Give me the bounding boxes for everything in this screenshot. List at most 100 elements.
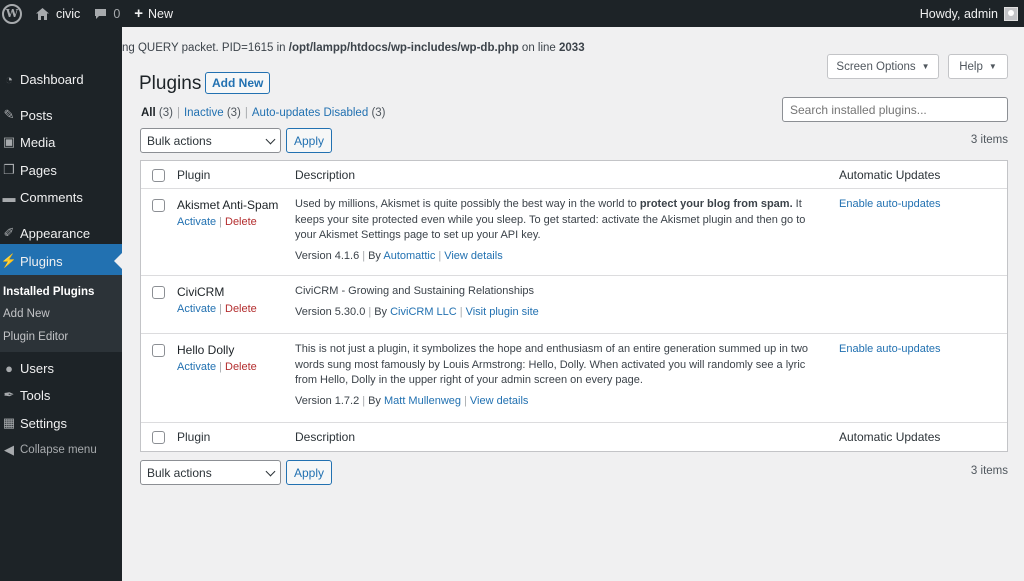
select-all-checkbox[interactable]: [152, 169, 165, 182]
search-plugins-input[interactable]: [782, 97, 1008, 122]
collapse-icon: ◀: [4, 442, 14, 457]
filter-inactive[interactable]: Inactive: [184, 107, 224, 119]
notice-path: /opt/lampp/htdocs/wp-includes/wp-db.php: [288, 42, 519, 54]
plugin-description: Used by millions, Akismet is quite possi…: [295, 198, 806, 241]
site-name: civic: [56, 6, 81, 21]
bulk-actions-select-bottom[interactable]: Bulk actions: [140, 460, 281, 485]
add-new-button[interactable]: Add New: [205, 72, 271, 94]
row-actions: Activate | Delete: [177, 303, 257, 315]
visit-plugin-site-link[interactable]: Visit plugin site: [466, 306, 539, 318]
pages-icon: ❐: [3, 162, 15, 177]
row-actions: Activate | Delete: [177, 216, 257, 228]
plugins-submenu: Installed Plugins Add New Plugin Editor: [0, 275, 122, 352]
plugin-meta: Version 5.30.0 | By CiviCRM LLC | Visit plug…: [295, 306, 539, 318]
sidebar-item-label: Posts: [20, 107, 53, 123]
apply-button-bottom[interactable]: Apply: [286, 460, 332, 485]
enable-auto-updates-link[interactable]: Enable auto-updates: [839, 343, 941, 355]
column-header-plugin: Plugin: [177, 168, 211, 182]
items-count-bottom: 3 items: [970, 465, 1008, 477]
plug-icon: ⚡: [0, 253, 18, 268]
howdy-text: Howdy, admin: [919, 6, 998, 21]
plugin-version: Version 1.7.2: [295, 395, 360, 407]
comments-count: 0: [113, 6, 121, 21]
wp-logo-menu[interactable]: W: [0, 0, 28, 27]
wrench-icon: ✒: [3, 387, 15, 402]
plugin-version: Version 5.30.0: [295, 306, 366, 318]
column-footer-description: Description: [295, 430, 356, 444]
view-details-link[interactable]: View details: [444, 250, 503, 262]
view-details-link[interactable]: View details: [470, 395, 529, 407]
collapse-menu-button[interactable]: ◀ Collapse menu: [0, 433, 122, 467]
sidebar-item-label: Collapse menu: [20, 444, 97, 456]
settings-icon: ▦: [2, 415, 16, 430]
user-icon: ●: [5, 360, 13, 376]
submenu-plugin-editor[interactable]: Plugin Editor: [3, 331, 68, 343]
sidebar-item-label: Appearance: [20, 225, 91, 241]
sidebar-item-label: Media: [20, 134, 56, 150]
wordpress-logo-icon: W: [2, 3, 22, 24]
chevron-down-icon: [265, 134, 276, 145]
activate-link[interactable]: Activate: [177, 303, 216, 315]
bulk-actions-label: Bulk actions: [147, 465, 212, 480]
enable-auto-updates-link[interactable]: Enable auto-updates: [839, 198, 941, 210]
admin-sidebar: ◔ Dashboard ✎ Posts ▣ Media ❐ Pages ▬ Co…: [0, 27, 122, 581]
delete-link[interactable]: Delete: [225, 216, 257, 228]
author-link[interactable]: Matt Mullenweg: [384, 395, 461, 407]
filter-count: (3): [226, 107, 241, 119]
column-header-auto-updates: Automatic Updates: [839, 168, 941, 182]
plugin-description: This is not just a plugin, it symbolizes…: [295, 343, 809, 386]
delete-link[interactable]: Delete: [225, 361, 257, 373]
screen-options-button[interactable]: Screen Options ▼: [827, 54, 939, 79]
site-name-link[interactable]: civic: [28, 0, 86, 27]
row-checkbox[interactable]: [152, 344, 165, 357]
pin-icon: ✎: [3, 107, 15, 122]
sidebar-item-label: Users: [20, 360, 54, 376]
plugin-version: Version 4.1.6: [295, 250, 360, 262]
help-button[interactable]: Help ▼: [948, 54, 1008, 79]
help-label: Help: [959, 60, 983, 73]
my-account[interactable]: Howdy, admin: [920, 0, 1018, 27]
author-link[interactable]: CiviCRM LLC: [390, 306, 457, 318]
plugin-name: Akismet Anti-Spam: [177, 198, 279, 212]
author-link[interactable]: Automattic: [383, 250, 435, 262]
filter-count: (3): [371, 107, 386, 119]
filter-all[interactable]: All: [141, 107, 156, 119]
comments-link[interactable]: 0: [86, 0, 126, 27]
sidebar-item-label: Tools: [20, 387, 51, 403]
sidebar-item-plugins[interactable]: ⚡ Plugins: [0, 244, 122, 278]
activate-link[interactable]: Activate: [177, 216, 216, 228]
submenu-add-new[interactable]: Add New: [3, 308, 50, 320]
table-header: Plugin Description Automatic Updates: [141, 161, 1007, 189]
delete-link[interactable]: Delete: [225, 303, 257, 315]
comment-icon: ▬: [2, 189, 16, 205]
plugin-filters: All (3) | Inactive (3) | Auto-updates Disabl…: [141, 107, 386, 119]
plugin-name: CiviCRM: [177, 285, 225, 299]
submenu-installed-plugins[interactable]: Installed Plugins: [3, 286, 94, 298]
table-row: CiviCRM Activate | Delete CiviCRM - Growin…: [141, 276, 1007, 334]
sidebar-item-dashboard[interactable]: ◔ Dashboard: [0, 62, 122, 96]
table-row: Akismet Anti-Spam Activate | Delete Used b…: [141, 189, 1007, 276]
sidebar-item-label: Comments: [20, 189, 83, 205]
plus-icon: +: [134, 5, 144, 22]
admin-bar: W civic 0 + New Howdy, admin: [0, 0, 1024, 27]
bulk-actions-select-top[interactable]: Bulk actions: [140, 128, 281, 153]
filter-auto-updates-disabled[interactable]: Auto-updates Disabled: [252, 107, 368, 119]
apply-button-top[interactable]: Apply: [286, 128, 332, 153]
new-content-link[interactable]: + New: [126, 0, 179, 27]
column-footer-plugin: Plugin: [177, 430, 211, 444]
caret-down-icon: ▼: [921, 62, 930, 71]
items-count-top: 3 items: [970, 134, 1008, 146]
plugin-meta: Version 4.1.6 | By Automattic | View details: [295, 250, 503, 262]
select-all-checkbox[interactable]: [152, 431, 165, 444]
new-label: New: [148, 6, 174, 21]
sidebar-item-label: Pages: [20, 162, 57, 178]
sidebar-item-label: Settings: [20, 415, 67, 431]
sidebar-item-comments[interactable]: ▬ Comments: [0, 180, 122, 214]
activate-link[interactable]: Activate: [177, 361, 216, 373]
row-actions: Activate | Delete: [177, 361, 257, 373]
brush-icon: ✐: [3, 225, 15, 240]
sidebar-item-label: Dashboard: [20, 71, 84, 87]
row-checkbox[interactable]: [152, 286, 165, 299]
column-footer-auto-updates: Automatic Updates: [839, 430, 941, 444]
row-checkbox[interactable]: [152, 199, 165, 212]
